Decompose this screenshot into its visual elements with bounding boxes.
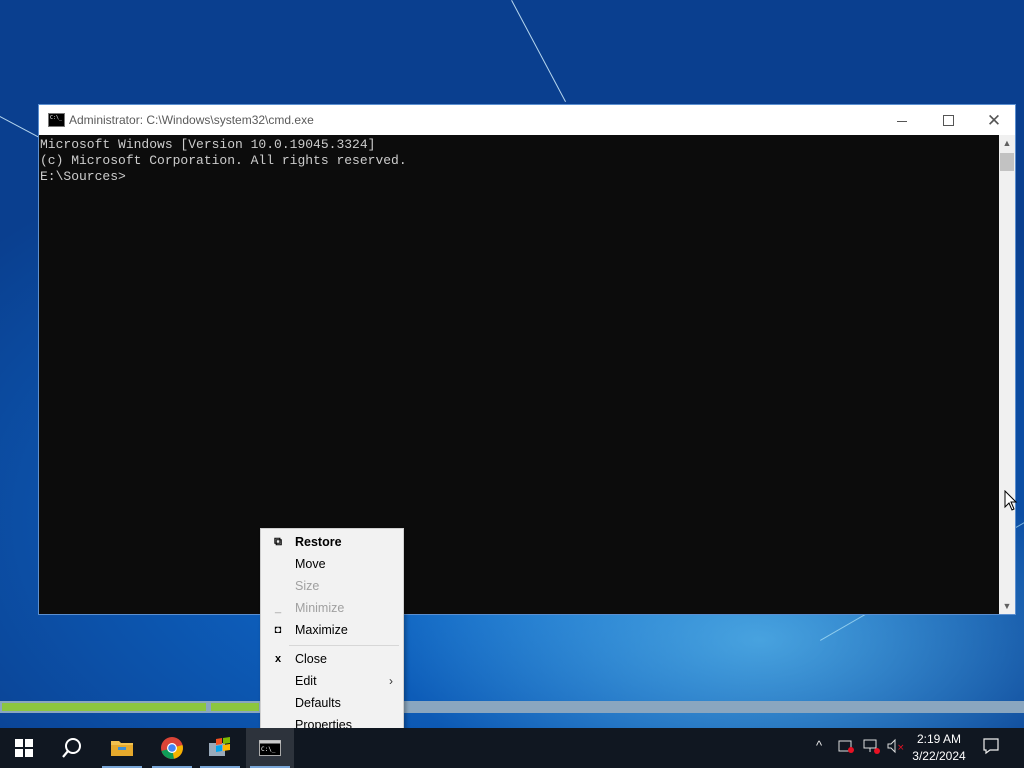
menu-separator	[289, 645, 399, 646]
taskbar-cmd[interactable]: C:\_	[246, 728, 294, 768]
setup-progress-bar	[0, 701, 1024, 713]
console-output[interactable]: Microsoft Windows [Version 10.0.19045.33…	[39, 135, 1000, 616]
windows-security-icon[interactable]	[838, 738, 854, 757]
window-title: Administrator: C:\Windows\system32\cmd.e…	[69, 113, 314, 127]
search-icon	[62, 738, 81, 758]
menu-item-maximize[interactable]: ◘ Maximize	[261, 619, 403, 641]
menu-item-size: Size	[295, 579, 320, 593]
maximize-icon	[942, 114, 954, 126]
windows-setup-icon	[209, 737, 230, 756]
menu-item-minimize: _ Minimize	[261, 597, 403, 619]
mouse-cursor-icon	[1004, 490, 1018, 511]
taskbar-file-explorer[interactable]	[98, 728, 146, 768]
minimize-button[interactable]	[879, 105, 925, 135]
menu-item-close[interactable]: x Close	[261, 648, 403, 670]
svg-text:×: ×	[897, 743, 904, 753]
start-button[interactable]	[0, 728, 48, 768]
maximize-icon: ◘	[274, 624, 282, 636]
svg-text:C:\_: C:\_	[261, 746, 276, 753]
window-system-menu: ⧉ Restore Move Size _ Minimize ◘ Maximiz…	[260, 528, 404, 736]
network-icon[interactable]	[862, 738, 880, 757]
scroll-up-arrow-icon[interactable]: ▲	[999, 135, 1015, 151]
chevron-right-icon: ›	[389, 674, 393, 688]
file-explorer-icon	[111, 741, 133, 756]
action-center-notification-icon[interactable]	[982, 737, 1000, 758]
clock-date: 3/22/2024	[912, 749, 966, 763]
scrollbar-thumb[interactable]	[1000, 153, 1014, 171]
taskbar: C:\_ ^ × 2:19 AM 3/22/2024	[0, 728, 1024, 768]
taskbar-windows-setup[interactable]	[196, 728, 244, 768]
minimize-icon: _	[274, 602, 282, 614]
menu-item-move[interactable]: Move	[261, 553, 403, 575]
maximize-button[interactable]	[925, 105, 971, 135]
close-icon: x	[274, 653, 282, 665]
title-bar[interactable]: Administrator: C:\Windows\system32\cmd.e…	[39, 105, 1015, 135]
clock-time: 2:19 AM	[916, 732, 962, 746]
show-hidden-icons-chevron-icon[interactable]: ^	[816, 738, 822, 753]
start-icon	[15, 739, 33, 757]
progress-segment-complete	[2, 703, 206, 711]
close-icon: ✕	[986, 110, 1002, 130]
close-button[interactable]: ✕	[971, 105, 1017, 135]
cmd-window[interactable]: Administrator: C:\Windows\system32\cmd.e…	[38, 104, 1016, 615]
console-prompt[interactable]: E:\Sources>	[40, 169, 1000, 185]
chrome-icon	[161, 737, 183, 759]
cmd-icon[interactable]	[48, 113, 65, 127]
taskbar-chrome[interactable]	[148, 728, 196, 768]
vertical-scrollbar[interactable]: ▲ ▼	[999, 135, 1015, 614]
menu-item-edit[interactable]: Edit ›	[261, 670, 403, 692]
menu-item-defaults[interactable]: Defaults	[261, 692, 403, 714]
console-line: Microsoft Windows [Version 10.0.19045.33…	[40, 137, 376, 152]
minimize-icon	[897, 120, 907, 122]
cmd-icon: C:\_	[259, 740, 281, 756]
wallpaper-light-streak	[511, 0, 566, 103]
menu-item-restore[interactable]: ⧉ Restore	[261, 531, 403, 553]
progress-segment-current	[211, 703, 259, 711]
console-line: (c) Microsoft Corporation. All rights re…	[40, 153, 407, 168]
scroll-down-arrow-icon[interactable]: ▼	[999, 598, 1015, 614]
taskbar-clock[interactable]: 2:19 AM 3/22/2024	[904, 731, 974, 765]
volume-muted-icon[interactable]: ×	[886, 738, 905, 757]
search-button[interactable]	[48, 728, 96, 768]
restore-icon: ⧉	[274, 536, 282, 548]
